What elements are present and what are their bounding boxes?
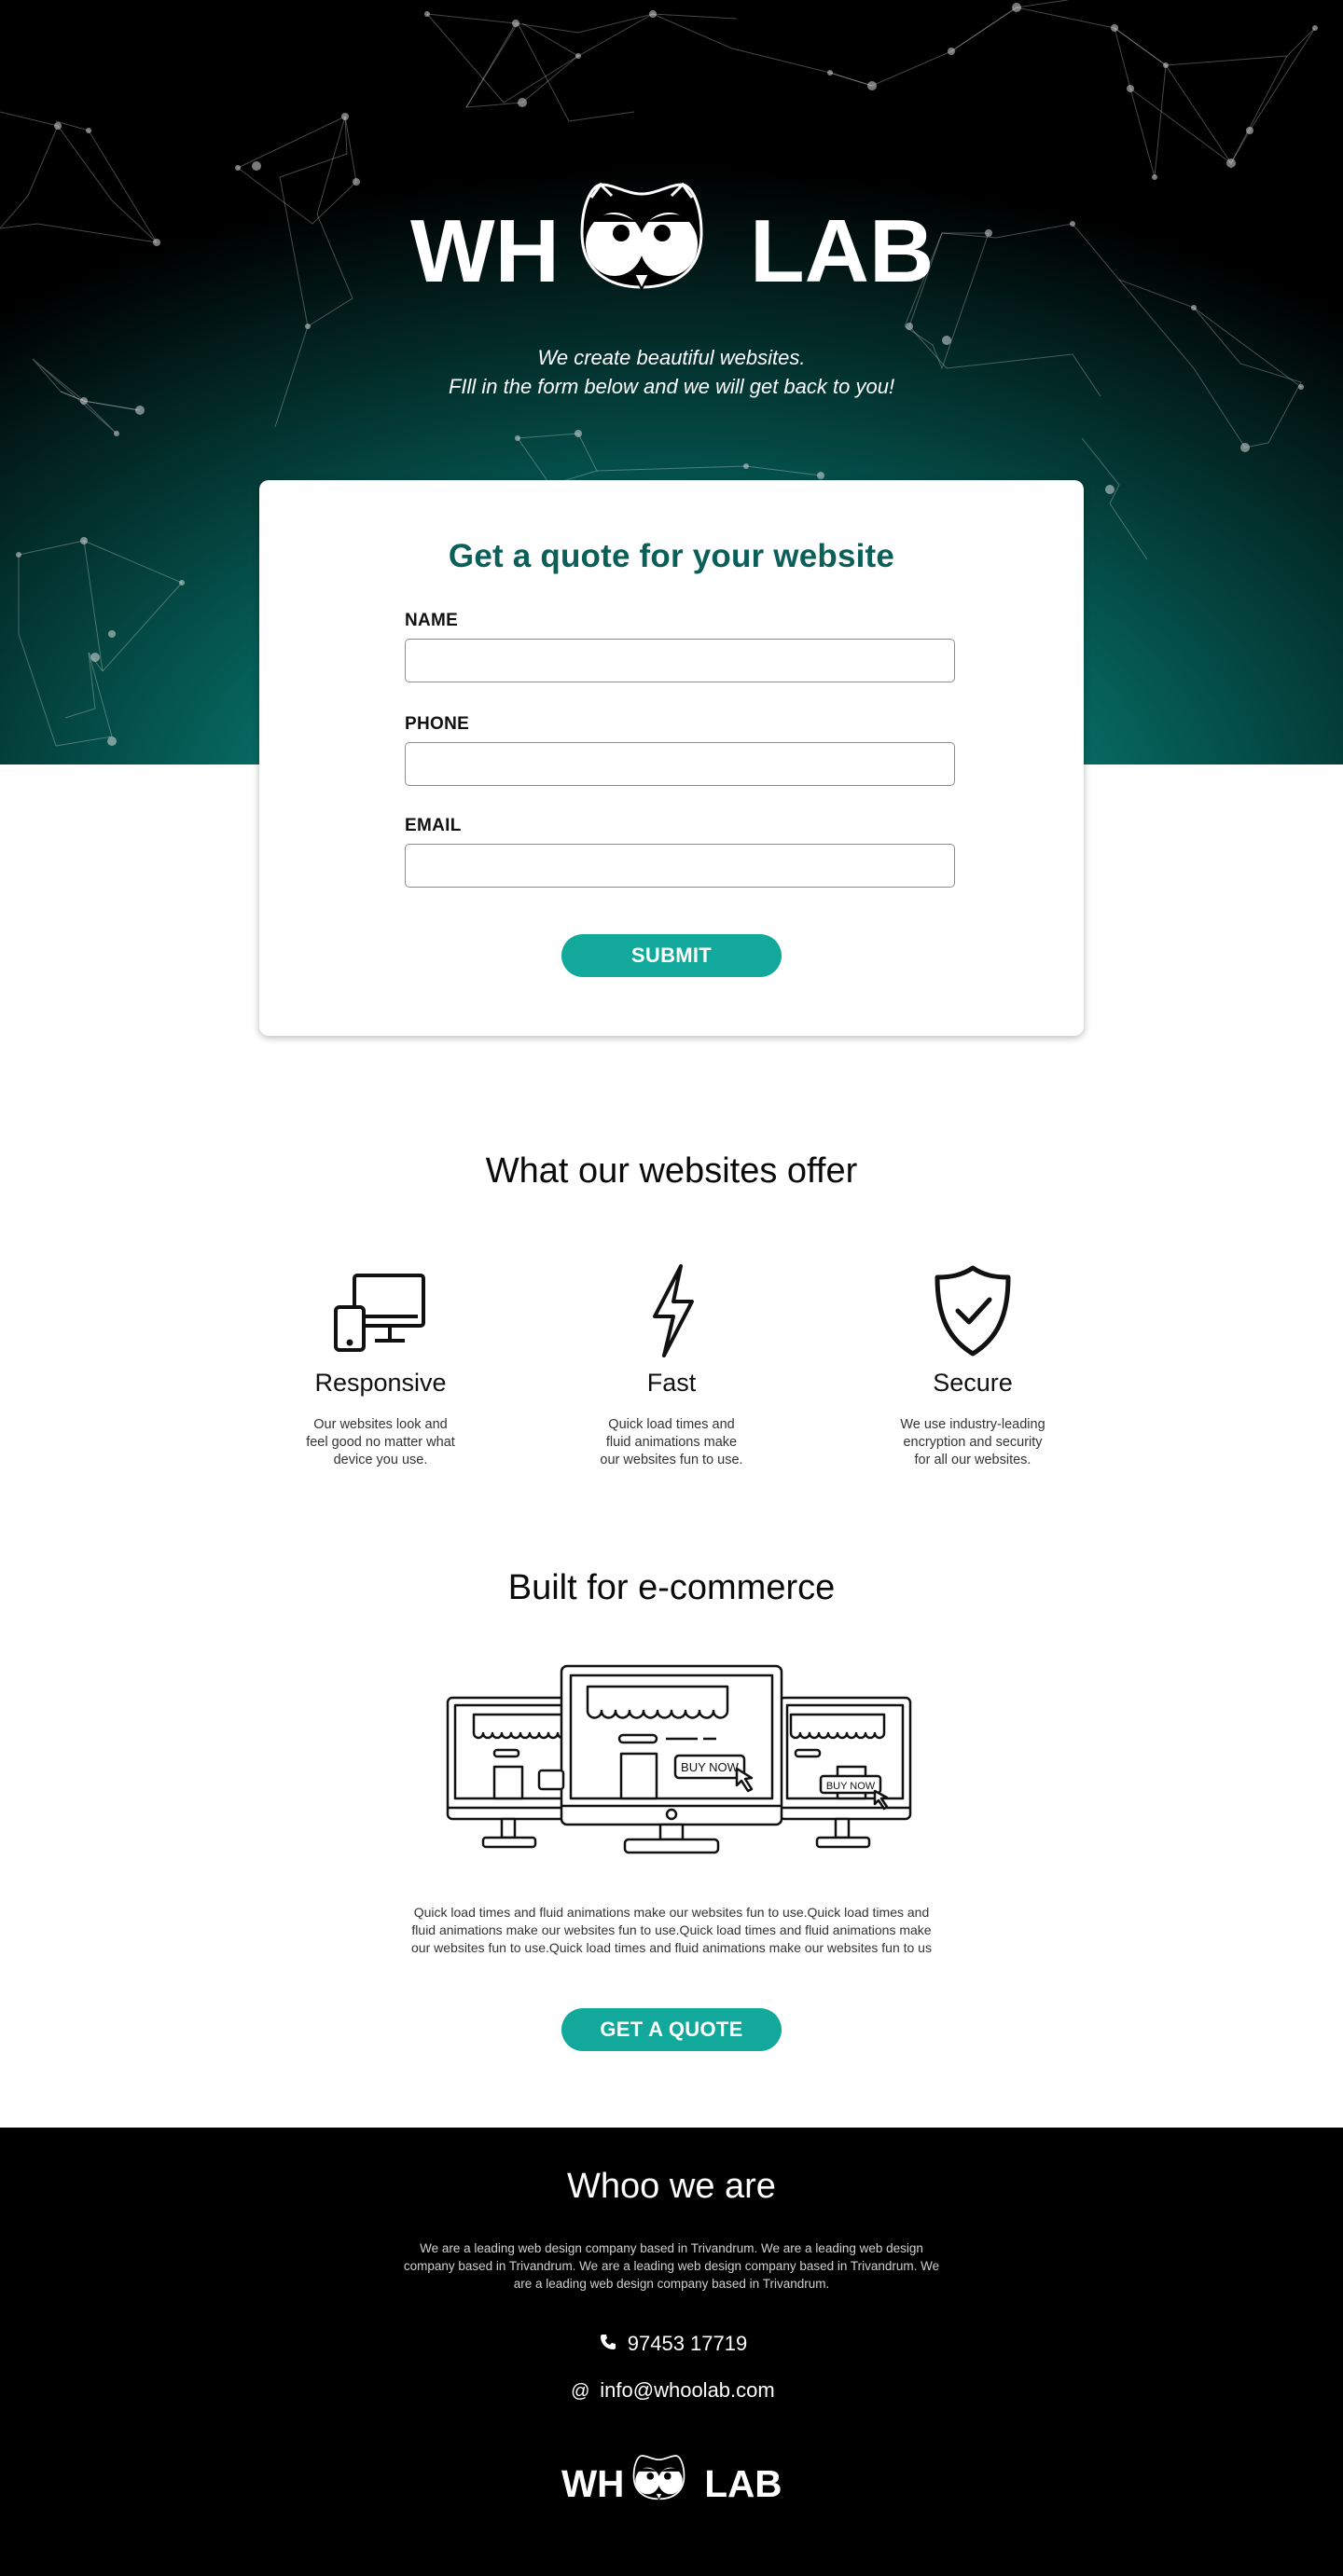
tagline-line-1: We create beautiful websites. (537, 346, 806, 369)
at-icon: @ (571, 2380, 590, 2402)
offer-title: What our websites offer (485, 1151, 858, 1191)
feature-fast: Fast Quick load times and fluid animatio… (560, 1259, 783, 1469)
buy-now-label-right: BUY NOW (826, 1781, 876, 1792)
logo-text-left: WH (561, 2462, 624, 2504)
feature-desc: Quick load times and fluid animations ma… (600, 1417, 743, 1467)
feature-responsive: Responsive Our websites look and feel go… (269, 1259, 492, 1469)
owl-logo-icon: WH LAB (561, 2455, 782, 2505)
name-field[interactable] (405, 639, 955, 682)
logo-text-right: LAB (704, 2462, 782, 2504)
ecommerce-monitors-illustration: BUY NOW BUY NOW (446, 1664, 912, 1854)
email-address: info@whoolab.com (600, 2378, 775, 2402)
footer-logo: WH LAB (0, 2452, 1343, 2509)
name-label: NAME (405, 611, 459, 630)
footer: Whoo we are We are a leading web design … (0, 2128, 1343, 2576)
phone-label: PHONE (405, 714, 470, 734)
lightning-icon (653, 1264, 694, 1357)
hero-tagline: We create beautiful websites. FIll in th… (0, 343, 1343, 401)
submit-button[interactable]: SUBMIT (561, 934, 782, 977)
devices-icon (334, 1274, 425, 1352)
buy-now-label-center: BUY NOW (681, 1760, 740, 1774)
ecommerce-description: Quick load times and fluid animations ma… (411, 1905, 932, 1955)
feature-desc: Our websites look and feel good no matte… (306, 1417, 455, 1467)
whoolab-logo: WH LAB (0, 177, 1343, 303)
footer-title: Whoo we are (567, 2167, 776, 2206)
phone-number: 97453 17719 (627, 2332, 748, 2355)
shield-check-icon (935, 1265, 1011, 1357)
tagline-line-2: FIll in the form below and we will get b… (448, 375, 895, 398)
phone-icon (596, 2333, 620, 2357)
feature-title: Responsive (314, 1369, 447, 1397)
email-field[interactable] (405, 844, 955, 888)
email-contact[interactable]: @ info@whoolab.com (0, 2378, 1343, 2403)
get-a-quote-button[interactable]: GET A QUOTE (561, 2008, 782, 2051)
feature-desc: We use industry-leading encryption and s… (900, 1417, 1045, 1467)
form-title: Get a quote for your website (448, 538, 895, 574)
phone-field[interactable] (405, 742, 955, 786)
footer-about-text: We are a leading web design company base… (403, 2241, 940, 2291)
feature-secure: Secure We use industry-leading encryptio… (861, 1259, 1085, 1469)
email-label: EMAIL (405, 816, 462, 835)
feature-title: Secure (933, 1369, 1013, 1397)
ecommerce-title: Built for e-commerce (507, 1568, 836, 1607)
quote-form-card: Get a quote for your website NAME PHONE … (259, 480, 1084, 1036)
owl-logo-icon: WH LAB (410, 182, 933, 298)
phone-contact[interactable]: 97453 17719 (0, 2332, 1343, 2357)
logo-text-right: LAB (750, 201, 933, 298)
feature-title: Fast (646, 1369, 697, 1397)
logo-text-left: WH (410, 201, 560, 298)
